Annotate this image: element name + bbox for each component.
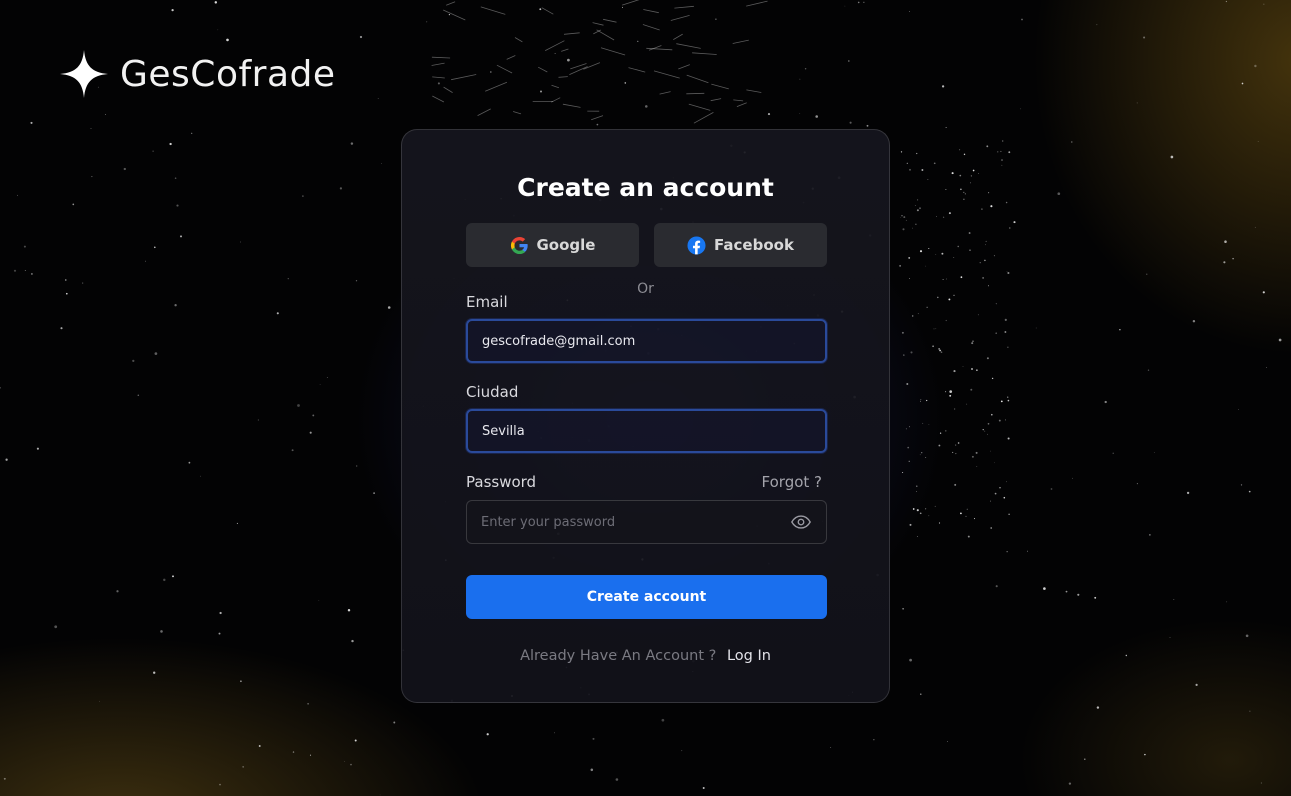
google-icon: [510, 236, 528, 254]
eye-icon[interactable]: [790, 511, 812, 533]
sparkle-star-icon: [60, 50, 108, 98]
facebook-icon: [687, 235, 706, 255]
signup-card: Create an account Google Facebook Or Ema…: [401, 129, 890, 703]
password-label: Password: [466, 473, 537, 491]
password-field-wrapper: [466, 500, 827, 544]
brand-logo[interactable]: GesCofrade: [58, 48, 336, 100]
forgot-password-link[interactable]: Forgot ?: [762, 473, 822, 491]
signup-page: GesCofrade Create an account Google Face…: [0, 0, 1291, 796]
email-label: Email: [466, 293, 508, 311]
email-field-wrapper: [466, 319, 827, 363]
facebook-button-label: Facebook: [714, 236, 794, 254]
password-field[interactable]: [481, 514, 790, 530]
create-account-button[interactable]: Create account: [466, 575, 827, 619]
facebook-signin-button[interactable]: Facebook: [654, 223, 827, 267]
city-field-wrapper: [466, 409, 827, 453]
login-prompt: Already Have An Account ? Log In: [402, 648, 889, 664]
google-signin-button[interactable]: Google: [466, 223, 639, 267]
city-field[interactable]: [482, 423, 811, 439]
email-field[interactable]: [482, 333, 811, 349]
google-button-label: Google: [536, 236, 596, 254]
card-title: Create an account: [517, 173, 774, 202]
city-label: Ciudad: [466, 383, 519, 401]
login-prompt-text: Already Have An Account ?: [520, 648, 717, 664]
brand-name: GesCofrade: [120, 53, 336, 95]
login-link[interactable]: Log In: [727, 648, 771, 664]
